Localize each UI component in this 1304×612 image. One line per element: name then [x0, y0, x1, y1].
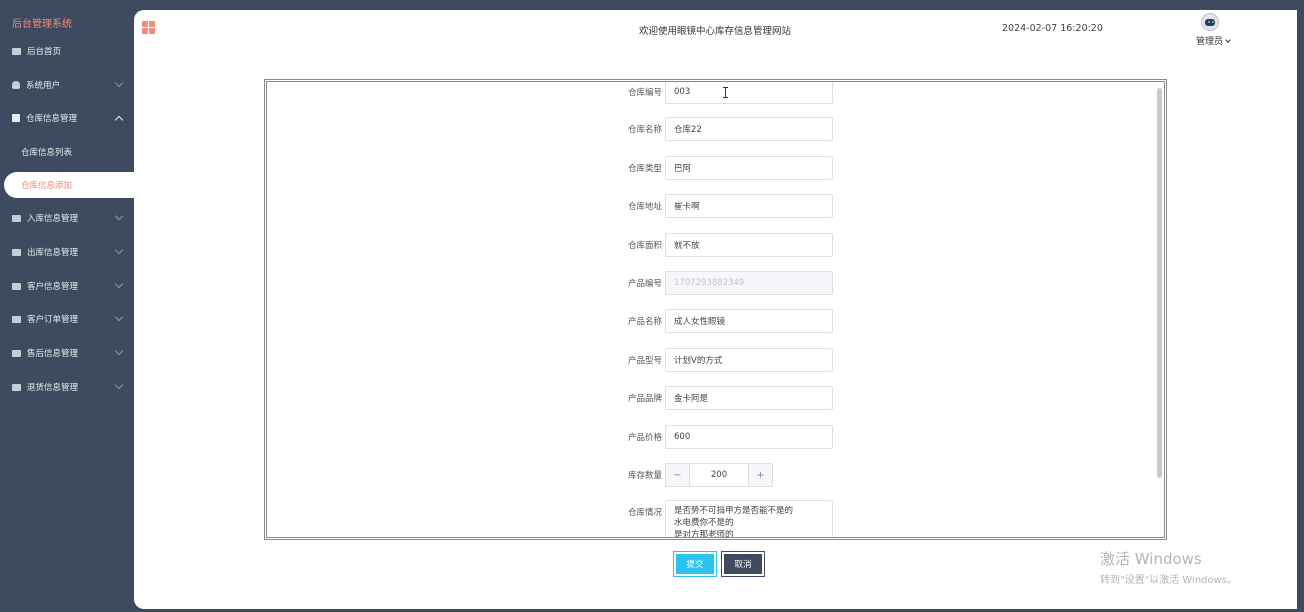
warehouse-address-input[interactable]: 崔卡啊 — [665, 194, 833, 218]
grid-menu-icon[interactable] — [142, 21, 155, 34]
field-label: 库存数量 — [627, 471, 662, 481]
brand-title: 后台管理系统 — [12, 19, 72, 30]
field-label: 仓库面积 — [627, 241, 662, 251]
field-label: 仓库名称 — [627, 125, 662, 135]
sidebar-item-warehouse[interactable]: 仓库信息管理 — [0, 103, 134, 133]
submit-button[interactable]: 提交 — [673, 551, 717, 577]
chevron-down-icon — [114, 312, 124, 322]
main-panel: 欢迎使用眼镜中心库存信息管理网站 2024-02-07 16:20:20 管理员… — [134, 10, 1297, 609]
sidebar-item-label: 客户信息管理 — [27, 282, 79, 292]
datetime-text: 2024-02-07 16:20:20 — [1002, 23, 1103, 34]
product-price-input[interactable]: 600 — [665, 425, 833, 449]
chevron-down-icon — [114, 78, 124, 88]
sidebar-subitem-warehouse-add[interactable]: 仓库信息添加 — [4, 172, 134, 198]
cancel-button[interactable]: 取消 — [721, 551, 765, 577]
form-row: 产品编号 1707293882349 — [267, 271, 1164, 295]
field-label: 仓库地址 — [627, 202, 662, 212]
watermark-line: 转到"设置"以激活 Windows。 — [1100, 575, 1238, 586]
form-row: 仓库面积 就不放 — [267, 233, 1164, 257]
form-row: 仓库类型 巴阿 — [267, 156, 1164, 180]
field-label: 产品编号 — [627, 279, 662, 289]
sidebar-item-label: 仓库信息管理 — [26, 114, 78, 124]
text-cursor-icon — [723, 87, 728, 98]
sidebar-item-aftersales[interactable]: 售后信息管理 — [0, 338, 134, 368]
sidebar-item-label: 系统用户 — [26, 81, 61, 91]
stock-quantity-stepper[interactable]: − 200 + — [665, 463, 773, 487]
sidebar-item-outbound[interactable]: 出库信息管理 — [0, 237, 134, 267]
decrement-button[interactable]: − — [666, 464, 690, 486]
field-label: 产品名称 — [627, 317, 662, 327]
field-label: 仓库情况 — [627, 508, 662, 518]
sidebar-item-label: 客户订单管理 — [27, 315, 79, 325]
sidebar-item-label: 后台首页 — [27, 47, 62, 57]
product-name-input[interactable]: 成人女性眼镜 — [665, 309, 833, 333]
stock-quantity-value[interactable]: 200 — [690, 464, 748, 486]
sidebar-subitem-warehouse-list[interactable]: 仓库信息列表 — [0, 139, 134, 165]
monitor-icon — [12, 47, 21, 55]
product-model-input[interactable]: 计划V的方式 — [665, 348, 833, 372]
form-row: 库存数量 − 200 + — [267, 463, 1164, 487]
product-brand-input[interactable]: 金卡阿是 — [665, 386, 833, 410]
chevron-down-icon — [114, 245, 124, 255]
document-icon — [12, 315, 21, 323]
sidebar-item-label: 出库信息管理 — [27, 248, 79, 258]
chevron-down-icon — [114, 279, 124, 289]
form-row: 产品名称 成人女性眼镜 — [267, 309, 1164, 333]
chevron-down-icon — [114, 380, 124, 390]
chevron-down-icon — [1225, 37, 1231, 43]
document-icon — [12, 349, 21, 357]
form-row: 仓库情况 是否势不可挡甲方是否能不是的 水电费你不是的 是对方那老师的 — [267, 500, 1164, 537]
field-label: 产品型号 — [627, 356, 662, 366]
sidebar: 后台管理系统 后台首页 系统用户 仓库信息管理 仓库信息列表 仓库信息添加 入库… — [0, 0, 134, 612]
sidebar-item-label: 售后信息管理 — [27, 349, 79, 359]
warehouse-area-input[interactable]: 就不放 — [665, 233, 833, 257]
field-label: 产品品牌 — [627, 394, 662, 404]
document-icon — [12, 214, 21, 222]
sidebar-item-inbound[interactable]: 入库信息管理 — [0, 203, 134, 233]
user-menu[interactable]: 管理员 — [1196, 34, 1231, 47]
sidebar-item-orders[interactable]: 客户订单管理 — [0, 304, 134, 334]
document-icon — [12, 282, 21, 290]
top-strip — [0, 0, 1304, 10]
form-row: 产品价格 600 — [267, 425, 1164, 449]
warehouse-condition-textarea[interactable]: 是否势不可挡甲方是否能不是的 水电费你不是的 是对方那老师的 — [665, 500, 833, 537]
form-row: 仓库编号 003 — [267, 82, 1164, 104]
checkbox-icon — [12, 114, 20, 122]
sidebar-item-home[interactable]: 后台首页 — [0, 36, 134, 66]
field-label: 产品价格 — [627, 433, 662, 443]
sidebar-item-label: 退货信息管理 — [27, 383, 79, 393]
field-label: 仓库编号 — [627, 88, 662, 98]
sidebar-item-label: 入库信息管理 — [27, 214, 79, 224]
product-id-input: 1707293882349 — [665, 271, 833, 295]
watermark-line: 激活 Windows — [1100, 550, 1202, 568]
document-icon — [12, 248, 21, 256]
warehouse-type-input[interactable]: 巴阿 — [665, 156, 833, 180]
warehouse-name-input[interactable]: 仓库22 — [665, 117, 833, 141]
warehouse-id-input[interactable]: 003 — [665, 82, 833, 104]
welcome-text: 欢迎使用眼镜中心库存信息管理网站 — [639, 26, 792, 37]
chevron-down-icon — [114, 211, 124, 221]
chevron-up-icon — [114, 115, 124, 125]
form-row: 仓库地址 崔卡啊 — [267, 194, 1164, 218]
sidebar-item-users[interactable]: 系统用户 — [0, 70, 134, 100]
user-icon — [12, 81, 20, 89]
document-icon — [12, 383, 21, 391]
chevron-down-icon — [114, 346, 124, 356]
sidebar-item-returns[interactable]: 退货信息管理 — [0, 372, 134, 402]
windows-activation-watermark: 激活 Windows 转到"设置"以激活 Windows。 — [1100, 548, 1237, 586]
form-row: 仓库名称 仓库22 — [267, 117, 1164, 141]
form-row: 产品品牌 金卡阿是 — [267, 386, 1164, 410]
form-row: 产品型号 计划V的方式 — [267, 348, 1164, 372]
avatar[interactable] — [1201, 13, 1219, 31]
form-frame: 仓库编号 003 仓库名称 仓库22 仓库类型 巴阿 仓库地址 崔卡啊 仓库面积… — [264, 79, 1167, 540]
user-name: 管理员 — [1196, 37, 1224, 47]
field-label: 仓库类型 — [627, 164, 662, 174]
sidebar-item-customers[interactable]: 客户信息管理 — [0, 271, 134, 301]
increment-button[interactable]: + — [748, 464, 772, 486]
